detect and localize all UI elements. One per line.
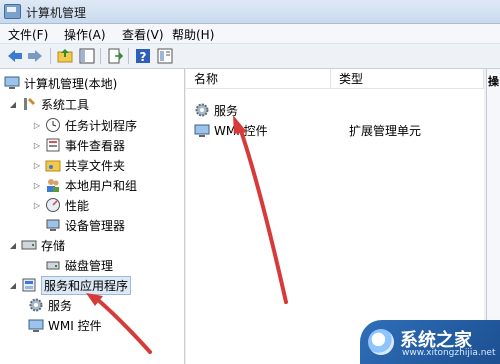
tree-label: 计算机管理(本地) [24,76,118,91]
tree-label: 服务和应用程序 [41,275,132,295]
wmi-icon [28,317,44,333]
gear-icon [194,102,210,118]
users-icon [45,177,61,193]
device-manager-icon [45,217,61,233]
collapse-arrow-icon[interactable]: ◢ [8,241,18,250]
menu-action[interactable]: 操作(A) [64,26,106,43]
tree-label: 系统工具 [41,97,90,112]
menu-bar: 文件(F) 操作(A) 查看(V) 帮助(H) [0,24,500,44]
disk-icon [45,257,61,273]
tree-label: 磁盘管理 [65,258,114,273]
tree-item-services-apps[interactable]: ◢ 服务和应用程序 [8,275,132,295]
window-title: 计算机管理 [26,6,87,20]
watermark-logo-icon [368,329,394,355]
watermark-url: www.xitongzhijia.net [402,348,496,358]
console-tree[interactable]: 计算机管理(本地) ◢ 系统工具 ▷ 任务计划程序 ▷ 事件查看器 ▷ 共享文件… [0,69,185,364]
expand-arrow-icon[interactable]: ▷ [32,121,42,130]
tree-item-shared-folders[interactable]: ▷ 共享文件夹 [32,155,125,175]
toolbar-separator [50,48,51,64]
tree-item-local-users[interactable]: ▷ 本地用户和组 [32,175,137,195]
gear-icon [28,297,44,313]
tree-label: 事件查看器 [65,138,126,153]
tree-label: 共享文件夹 [65,158,126,173]
svg-text:?: ? [140,50,147,64]
tree-item-disk-management[interactable]: 磁盘管理 [45,255,113,275]
tree-item-system-tools[interactable]: ◢ 系统工具 [8,94,89,114]
tools-icon [21,96,37,112]
tree-label: 存储 [41,238,66,253]
tree-label: 性能 [65,198,90,213]
column-header-name[interactable]: 名称 [186,69,331,89]
tree-label: WMI 控件 [48,318,102,333]
storage-icon [21,237,37,253]
services-apps-icon [21,277,37,293]
back-icon[interactable] [6,47,24,65]
toolbar-separator [128,48,129,64]
wmi-icon [194,122,210,138]
collapse-arrow-icon[interactable]: ◢ [8,281,18,290]
expand-arrow-icon[interactable]: ▷ [32,141,42,150]
list-item-name: WMI 控件 [214,123,268,138]
tree-label: 服务 [48,298,73,313]
watermark-badge: 系统之家 www.xitongzhijia.net [360,320,500,364]
collapse-arrow-icon[interactable]: ◢ [8,100,18,109]
menu-view[interactable]: 查看(V) [122,26,164,43]
tree-item-task-scheduler[interactable]: ▷ 任务计划程序 [32,115,137,135]
performance-icon [45,197,61,213]
show-hide-tree-icon[interactable] [78,47,96,65]
toolbar-separator [100,48,101,64]
forward-icon[interactable] [26,47,44,65]
expand-arrow-icon[interactable]: ▷ [32,181,42,190]
list-item[interactable]: WMI 控件 扩展管理单元 [194,121,484,139]
list-item[interactable]: 服务 [194,101,238,119]
tree-item-services[interactable]: 服务 [28,295,72,315]
tree-item-performance[interactable]: ▷ 性能 [32,195,89,215]
menu-help[interactable]: 帮助(H) [172,26,214,43]
tree-item-wmi[interactable]: WMI 控件 [28,315,102,335]
export-list-icon[interactable] [106,47,124,65]
actions-pane-label: 操 [488,75,499,88]
tree-label: 本地用户和组 [65,178,138,193]
menu-file[interactable]: 文件(F) [8,26,48,43]
tree-item-storage[interactable]: ◢ 存储 [8,235,65,255]
up-folder-icon[interactable] [56,47,74,65]
clock-icon [45,117,61,133]
properties-icon[interactable] [156,47,174,65]
tree-item-event-viewer[interactable]: ▷ 事件查看器 [32,135,125,155]
tree-item-root[interactable]: 计算机管理(本地) [4,73,117,93]
shared-folder-icon [45,157,61,173]
tree-item-device-manager[interactable]: 设备管理器 [45,215,125,235]
tree-label: 任务计划程序 [65,118,138,133]
expand-arrow-icon[interactable]: ▷ [32,161,42,170]
computer-management-icon [4,75,20,91]
column-header-type[interactable]: 类型 [331,69,484,89]
title-bar: 计算机管理 [0,0,500,24]
list-item-type: 扩展管理单元 [349,123,422,138]
toolbar: ? [0,44,500,69]
computer-management-icon [4,4,21,19]
expand-arrow-icon[interactable]: ▷ [32,201,42,210]
event-viewer-icon [45,137,61,153]
help-icon[interactable]: ? [134,47,152,65]
tree-label: 设备管理器 [65,218,126,233]
list-item-name: 服务 [214,103,239,118]
